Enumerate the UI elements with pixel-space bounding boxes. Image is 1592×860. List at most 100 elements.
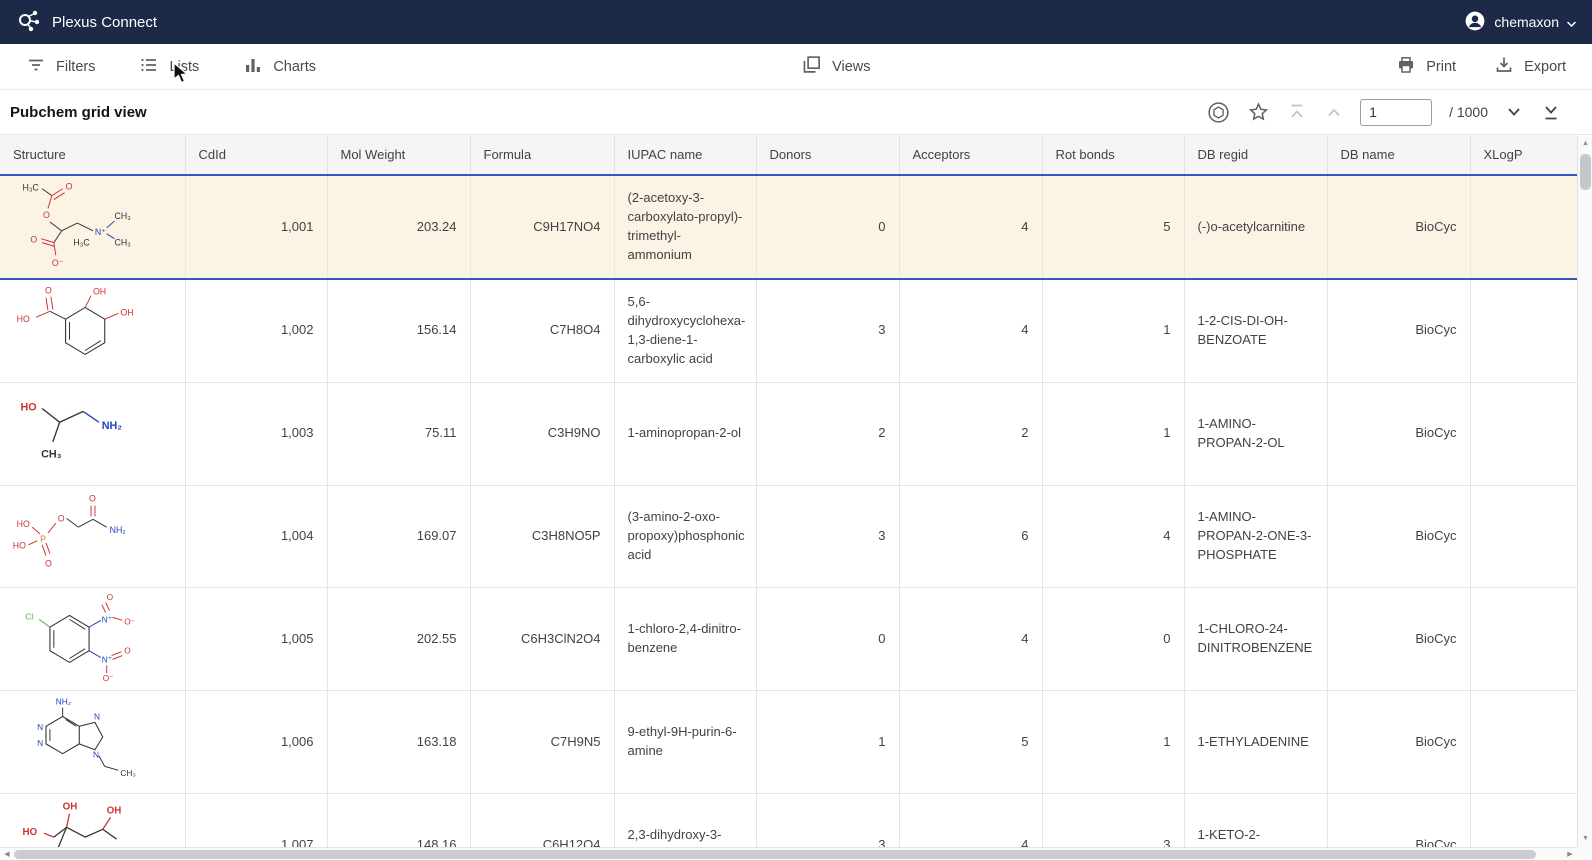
cell-donors: 3 bbox=[756, 794, 899, 847]
export-label: Export bbox=[1524, 59, 1566, 75]
column-header-xlogp[interactable]: XLogP bbox=[1470, 135, 1577, 175]
cell-mol-weight: 169.07 bbox=[327, 485, 470, 588]
lists-label: Lists bbox=[169, 59, 199, 75]
cell-xlogp bbox=[1470, 279, 1577, 382]
svg-text:O: O bbox=[107, 592, 114, 602]
svg-text:O⁻: O⁻ bbox=[52, 258, 64, 268]
views-label: Views bbox=[832, 59, 870, 75]
views-button[interactable]: Views bbox=[801, 54, 870, 79]
cell-db-name: BioCyc bbox=[1327, 382, 1470, 485]
cell-formula: C7H9N5 bbox=[470, 691, 614, 794]
first-page-icon[interactable] bbox=[1286, 101, 1308, 123]
cell-xlogp bbox=[1470, 382, 1577, 485]
table-row[interactable]: OH OH O HO 1,002 156.14 C7H8O bbox=[0, 279, 1577, 382]
filters-label: Filters bbox=[56, 59, 95, 75]
cell-acceptors: 4 bbox=[899, 279, 1042, 382]
svg-text:OH: OH bbox=[93, 287, 106, 297]
cell-iupac: 5,6-dihydroxycyclohexa-1,3-diene-1-carbo… bbox=[614, 279, 756, 382]
cell-db-name: BioCyc bbox=[1327, 794, 1470, 847]
svg-text:O: O bbox=[125, 646, 132, 656]
structure-image: HO HO P O O bbox=[0, 485, 185, 588]
scroll-left-arrow[interactable]: ◀ bbox=[0, 848, 14, 860]
plexus-connect-app: Plexus Connect chemaxon Fil bbox=[0, 0, 1592, 860]
cell-acceptors: 5 bbox=[899, 691, 1042, 794]
results-table: Structure CdId Mol Weight Formula IUPAC … bbox=[0, 135, 1577, 847]
cell-db-name: BioCyc bbox=[1327, 175, 1470, 279]
user-menu[interactable]: chemaxon bbox=[1464, 10, 1576, 35]
cell-iupac: 1-chloro-2,4-dinitro-benzene bbox=[614, 588, 756, 691]
svg-text:NH₂: NH₂ bbox=[102, 420, 123, 432]
column-header-structure[interactable]: Structure bbox=[0, 135, 185, 175]
svg-text:O: O bbox=[58, 513, 65, 523]
scroll-down-arrow[interactable]: ▼ bbox=[1578, 833, 1592, 845]
table-row[interactable]: NH₂ N N N N CH₃ bbox=[0, 691, 1577, 794]
cell-xlogp bbox=[1470, 794, 1577, 847]
cell-mol-weight: 156.14 bbox=[327, 279, 470, 382]
svg-text:P: P bbox=[40, 533, 46, 543]
cell-mol-weight: 163.18 bbox=[327, 691, 470, 794]
results-grid: Structure CdId Mol Weight Formula IUPAC … bbox=[0, 135, 1577, 847]
column-header-iupac[interactable]: IUPAC name bbox=[614, 135, 756, 175]
star-icon[interactable] bbox=[1246, 100, 1271, 125]
cell-acceptors: 6 bbox=[899, 485, 1042, 588]
vertical-scrollbar[interactable]: ▲ ▼ bbox=[1577, 136, 1592, 847]
lists-button[interactable]: Lists bbox=[139, 55, 199, 79]
print-button[interactable]: Print bbox=[1396, 55, 1456, 79]
cell-db-name: BioCyc bbox=[1327, 279, 1470, 382]
svg-text:HO: HO bbox=[17, 314, 30, 324]
structure-filter-icon[interactable] bbox=[1206, 100, 1231, 125]
column-header-db-regid[interactable]: DB regid bbox=[1184, 135, 1327, 175]
svg-text:N⁺: N⁺ bbox=[102, 655, 112, 665]
column-header-cdid[interactable]: CdId bbox=[185, 135, 327, 175]
cell-cdid: 1,001 bbox=[185, 175, 327, 279]
column-header-rot-bonds[interactable]: Rot bonds bbox=[1042, 135, 1184, 175]
svg-text:N: N bbox=[93, 750, 99, 760]
svg-text:O: O bbox=[45, 558, 52, 568]
cell-donors: 0 bbox=[756, 588, 899, 691]
cell-mol-weight: 203.24 bbox=[327, 175, 470, 279]
top-bar: Plexus Connect chemaxon bbox=[0, 0, 1592, 44]
svg-text:O: O bbox=[45, 286, 52, 296]
column-header-donors[interactable]: Donors bbox=[756, 135, 899, 175]
scroll-right-arrow[interactable]: ▶ bbox=[1563, 848, 1577, 860]
export-button[interactable]: Export bbox=[1494, 55, 1566, 79]
pagination-controls: / 1000 bbox=[1206, 99, 1562, 126]
previous-page-icon[interactable] bbox=[1323, 101, 1345, 123]
table-row[interactable]: Cl N⁺ O O⁻ N⁺ O bbox=[0, 588, 1577, 691]
cell-cdid: 1,005 bbox=[185, 588, 327, 691]
filters-button[interactable]: Filters bbox=[26, 55, 95, 79]
svg-text:CH₃: CH₃ bbox=[41, 448, 62, 460]
cell-cdid: 1,002 bbox=[185, 279, 327, 382]
page-number-input[interactable] bbox=[1360, 99, 1432, 126]
svg-text:CH₃: CH₃ bbox=[115, 238, 132, 248]
svg-text:HO: HO bbox=[21, 401, 37, 413]
cell-rot-bonds: 0 bbox=[1042, 588, 1184, 691]
table-row[interactable]: HO HO P O O bbox=[0, 485, 1577, 588]
cell-iupac: 1-aminopropan-2-ol bbox=[614, 382, 756, 485]
next-page-icon[interactable] bbox=[1503, 101, 1525, 123]
last-page-icon[interactable] bbox=[1540, 101, 1562, 123]
column-header-formula[interactable]: Formula bbox=[470, 135, 614, 175]
table-row[interactable]: HO NH₂ CH₃ 1,003 75.11 C3H9NO 1-aminopro… bbox=[0, 382, 1577, 485]
cell-mol-weight: 75.11 bbox=[327, 382, 470, 485]
cell-formula: C6H12O4 bbox=[470, 794, 614, 847]
horizontal-scrollbar[interactable]: ◀ ▶ bbox=[0, 847, 1577, 860]
column-header-db-name[interactable]: DB name bbox=[1327, 135, 1470, 175]
svg-text:O: O bbox=[89, 493, 96, 503]
cell-db-regid: 1-CHLORO-24-DINITROBENZENE bbox=[1184, 588, 1327, 691]
svg-text:NH₂: NH₂ bbox=[110, 525, 126, 535]
cell-iupac: 9-ethyl-9H-purin-6-amine bbox=[614, 691, 756, 794]
column-header-mol-weight[interactable]: Mol Weight bbox=[327, 135, 470, 175]
horizontal-scroll-thumb[interactable] bbox=[14, 850, 1536, 859]
scroll-up-arrow[interactable]: ▲ bbox=[1578, 138, 1592, 150]
table-row[interactable]: OH OH HO H₃C bbox=[0, 794, 1577, 847]
vertical-scroll-thumb[interactable] bbox=[1580, 154, 1591, 190]
cell-acceptors: 4 bbox=[899, 588, 1042, 691]
charts-button[interactable]: Charts bbox=[243, 55, 316, 79]
svg-text:O⁻: O⁻ bbox=[103, 673, 114, 682]
cell-db-regid: 1-AMINO-PROPAN-2-OL bbox=[1184, 382, 1327, 485]
user-name: chemaxon bbox=[1494, 14, 1559, 30]
svg-text:Cl: Cl bbox=[26, 612, 34, 622]
column-header-acceptors[interactable]: Acceptors bbox=[899, 135, 1042, 175]
table-row[interactable]: H₃C O O N⁺ CH₃ bbox=[0, 175, 1577, 279]
